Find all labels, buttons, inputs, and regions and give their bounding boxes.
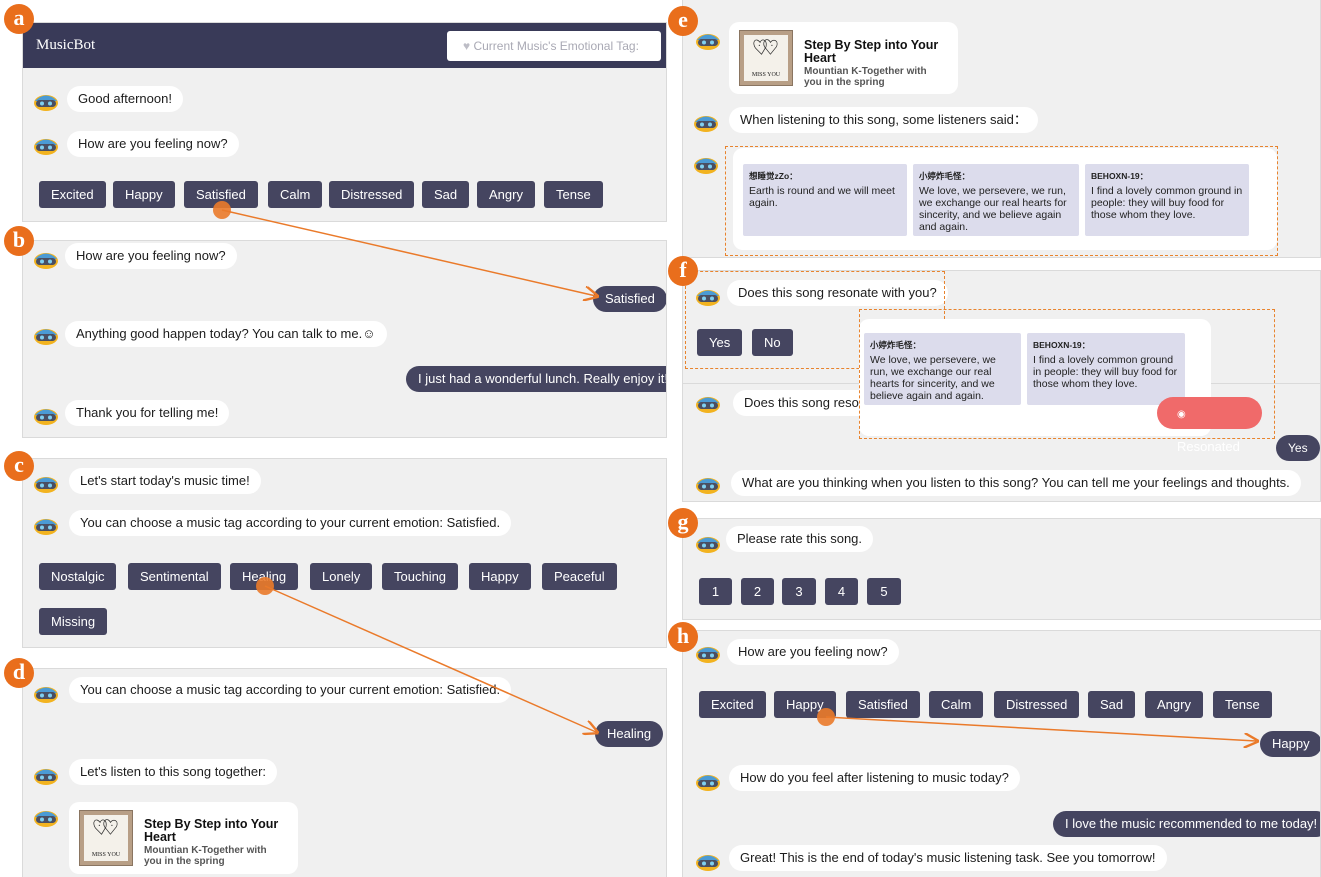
panel-label-f: f bbox=[668, 256, 698, 286]
panel-label-e: e bbox=[668, 6, 698, 36]
click-marker bbox=[817, 708, 835, 726]
click-marker bbox=[213, 201, 231, 219]
panel-label-c: c bbox=[4, 451, 34, 481]
panel-label-d: d bbox=[4, 658, 34, 688]
panel-label-b: b bbox=[4, 226, 34, 256]
annotation-arrows bbox=[221, 209, 1321, 877]
panel-label-h: h bbox=[668, 622, 698, 652]
panel-label-g: g bbox=[668, 508, 698, 538]
panel-label-a: a bbox=[4, 4, 34, 34]
click-marker bbox=[256, 577, 274, 595]
